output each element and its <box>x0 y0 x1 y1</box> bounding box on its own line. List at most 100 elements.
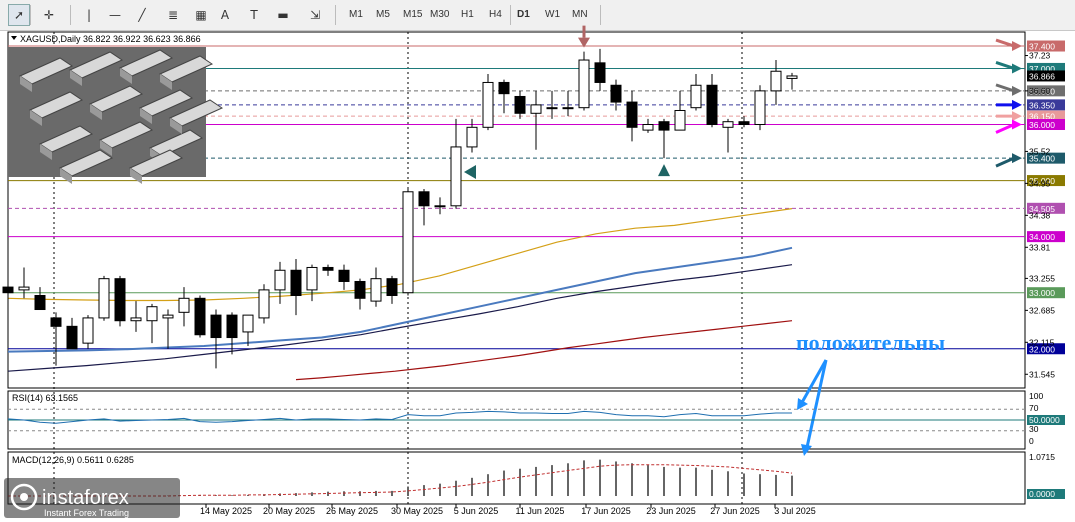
candle-body <box>642 124 654 131</box>
x-tick-label: 27 Jun 2025 <box>710 506 760 516</box>
candle-body <box>194 297 206 336</box>
level-pointer-shaft <box>995 156 1015 168</box>
symbol-header: XAGUSD,Daily 36.822 36.922 36.623 36.866 <box>20 34 201 44</box>
candle <box>290 259 302 316</box>
candle-body <box>162 314 174 319</box>
candle-body <box>578 59 590 109</box>
candle-body <box>706 84 718 126</box>
candle <box>210 309 222 369</box>
candle-body <box>514 95 526 114</box>
candle <box>626 90 638 142</box>
x-tick-label: 30 May 2025 <box>391 506 443 516</box>
rsi-axis-label: 100 <box>1029 391 1043 401</box>
candle <box>146 303 158 344</box>
candle-body <box>690 84 702 109</box>
level-pointer-shaft <box>995 61 1015 70</box>
candle <box>66 317 78 350</box>
candle <box>34 287 46 311</box>
candle <box>482 74 494 131</box>
candle <box>706 74 718 128</box>
candle-body <box>594 62 606 83</box>
candle-body <box>290 269 302 296</box>
candle <box>274 261 286 304</box>
candle <box>642 118 654 133</box>
candle <box>50 312 62 366</box>
rsi-axis-label: 30 <box>1029 424 1039 434</box>
level-label: 36.350 <box>1029 100 1055 110</box>
y-tick-label: 34.95 <box>1029 178 1051 188</box>
candle-body <box>530 104 542 114</box>
candle <box>722 118 734 153</box>
candle-body <box>386 278 398 296</box>
candle <box>562 90 574 117</box>
candle-body <box>738 121 750 126</box>
candle-body <box>114 278 126 322</box>
candle-body <box>402 191 414 294</box>
candle <box>610 79 622 111</box>
candle-body <box>354 280 366 299</box>
candle-body <box>434 205 446 208</box>
candle-body <box>18 286 30 291</box>
price-chart: 37.40037.00036.86636.60036.35036.15036.0… <box>2 25 1065 518</box>
collapse-icon <box>11 36 17 40</box>
candle-body <box>482 81 494 128</box>
x-tick-label: 26 May 2025 <box>326 506 378 516</box>
rsi-marker-label: 50.0000 <box>1029 415 1060 425</box>
y-tick-label: 34.38 <box>1029 210 1051 220</box>
level-pointer-arrow <box>1012 119 1022 130</box>
candle-body <box>754 90 766 126</box>
candle <box>114 275 126 327</box>
rsi-axis-label: 70 <box>1029 403 1039 413</box>
candle-body <box>226 314 238 339</box>
moving-average-line <box>7 246 793 353</box>
candle-body <box>66 325 78 350</box>
macd-axis-zero: 0.0000 <box>1029 489 1055 499</box>
candle <box>194 295 206 338</box>
candle <box>786 72 798 90</box>
candle-body <box>242 314 254 333</box>
candle-body <box>722 121 734 128</box>
y-tick-label: 32.115 <box>1029 337 1055 347</box>
candle <box>130 301 142 332</box>
level-label: 36.866 <box>1029 71 1055 81</box>
candle <box>418 188 430 226</box>
candle <box>578 51 590 111</box>
x-tick-label: 14 May 2025 <box>200 506 252 516</box>
level-pointer-arrow <box>1012 111 1022 122</box>
candle-body <box>466 126 478 148</box>
level-label: 34.000 <box>1029 232 1055 242</box>
candle <box>18 267 30 299</box>
moving-average-line <box>7 264 793 372</box>
annotation-arrow-macd <box>804 359 828 453</box>
x-tick-label: 5 Jun 2025 <box>454 506 499 516</box>
y-tick-label: 35.52 <box>1029 146 1051 156</box>
candle <box>386 275 398 304</box>
y-tick-label: 37.23 <box>1029 51 1051 61</box>
candle <box>162 309 174 349</box>
candle-body <box>370 278 382 302</box>
candle <box>370 267 382 307</box>
y-tick-label: 32.685 <box>1029 305 1055 315</box>
candle <box>98 275 110 321</box>
candle-body <box>418 191 430 207</box>
brand-name: instaforex <box>42 487 129 509</box>
level-pointer-shaft <box>995 123 1015 134</box>
y-tick-label: 31.545 <box>1029 369 1055 379</box>
candle <box>226 312 238 355</box>
candle <box>82 315 94 349</box>
level-pointer-shaft <box>995 38 1015 48</box>
candle <box>594 48 606 91</box>
candle-body <box>338 269 350 282</box>
x-tick-label: 17 Jun 2025 <box>581 506 631 516</box>
candle <box>674 90 686 131</box>
candle-body <box>450 146 462 207</box>
y-tick-label: 33.255 <box>1029 273 1055 283</box>
level-pointer-arrow <box>1012 85 1022 96</box>
rsi-line <box>7 410 792 424</box>
candle <box>498 79 510 114</box>
level-pointer-shaft <box>995 83 1015 93</box>
x-tick-label: 23 Jun 2025 <box>646 506 696 516</box>
candle <box>306 264 318 302</box>
candle-body <box>178 297 190 313</box>
annotation-label: положительны <box>796 330 945 355</box>
